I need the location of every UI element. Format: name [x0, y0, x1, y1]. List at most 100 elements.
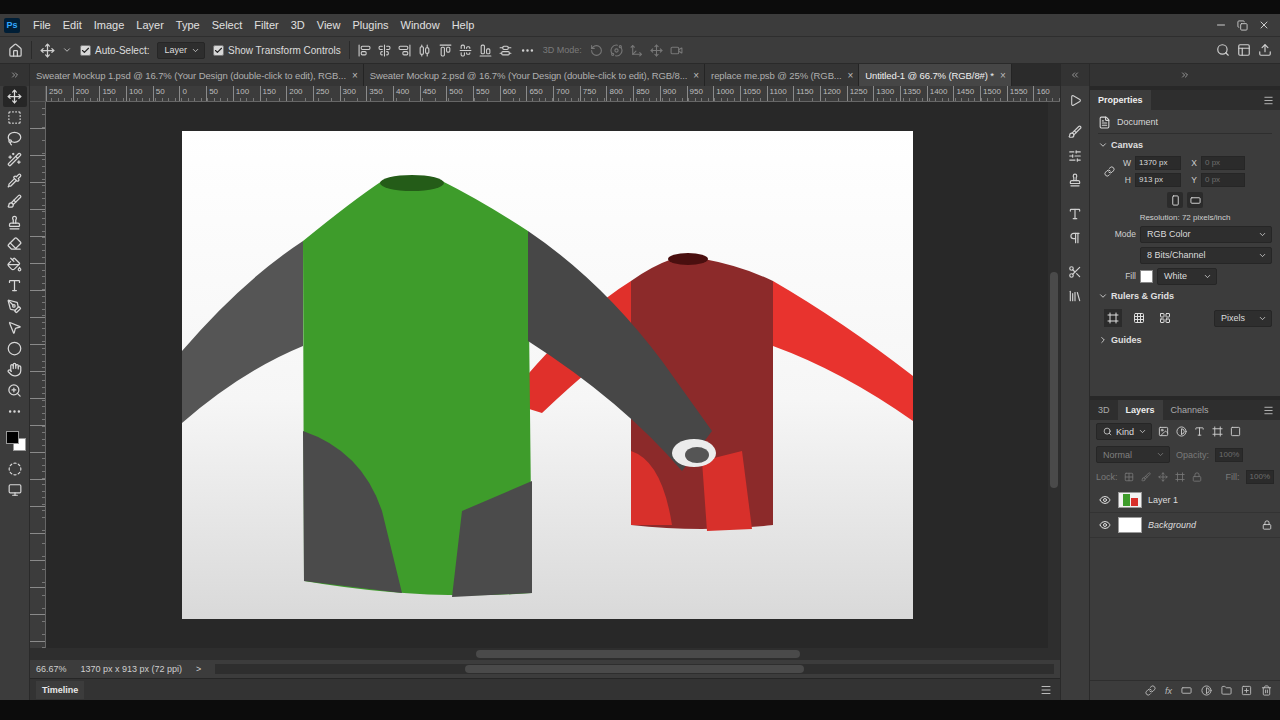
timeline-tab[interactable]: Timeline: [36, 681, 84, 699]
rulers-button[interactable]: [1104, 309, 1122, 327]
tool-button[interactable]: [3, 233, 27, 254]
tool-button[interactable]: [3, 149, 27, 170]
libraries-button[interactable]: [1063, 286, 1087, 306]
align-top-icon[interactable]: [439, 44, 452, 57]
menu-item[interactable]: Help: [447, 17, 480, 33]
more-icon[interactable]: [520, 43, 535, 58]
panels-collapse[interactable]: [1090, 64, 1280, 86]
tool-button[interactable]: [3, 86, 27, 107]
quick-mask-button[interactable]: [3, 458, 27, 479]
tool-button[interactable]: [3, 380, 27, 401]
tab-close[interactable]: ×: [693, 70, 699, 81]
portrait-button[interactable]: [1167, 192, 1183, 208]
close-icon[interactable]: [1258, 19, 1270, 31]
folder-icon[interactable]: [1221, 685, 1232, 696]
character-button[interactable]: [1063, 204, 1087, 224]
adjustments-button[interactable]: [1063, 146, 1087, 166]
distribute-vertical-icon[interactable]: [499, 44, 512, 57]
fill-select[interactable]: White: [1157, 268, 1217, 285]
units-select[interactable]: Pixels: [1214, 310, 1272, 327]
guides-button[interactable]: [1156, 309, 1174, 327]
menu-item[interactable]: Layer: [131, 17, 169, 33]
foreground-swatch[interactable]: [6, 431, 19, 444]
horizontal-ruler[interactable]: 2502001501005005010015020025030035040045…: [46, 86, 1060, 102]
tool-button[interactable]: [3, 191, 27, 212]
screen-mode-button[interactable]: [3, 479, 27, 500]
vertical-scrollbar[interactable]: [1048, 102, 1060, 648]
color-swatches[interactable]: [3, 428, 27, 454]
search-icon[interactable]: [1216, 43, 1230, 57]
checkbox[interactable]: [80, 45, 91, 56]
menu-item[interactable]: Image: [89, 17, 130, 33]
document-tab[interactable]: Sweater Mockup 2.psd @ 16.7% (Your Desig…: [364, 64, 705, 86]
canvas[interactable]: [182, 131, 913, 619]
layer-row[interactable]: Layer 1: [1090, 488, 1280, 513]
panel-tab[interactable]: Channels: [1163, 400, 1217, 420]
tool-button[interactable]: [3, 275, 27, 296]
actions-button[interactable]: [1063, 90, 1087, 110]
section-header[interactable]: Guides: [1098, 332, 1272, 348]
tab-close[interactable]: ×: [352, 70, 358, 81]
menu-item[interactable]: Plugins: [347, 17, 393, 33]
menu-item[interactable]: 3D: [286, 17, 310, 33]
tool-presets-button[interactable]: [1063, 262, 1087, 282]
tool-button[interactable]: [3, 128, 27, 149]
menu-item[interactable]: Window: [396, 17, 445, 33]
document-tab[interactable]: replace me.psb @ 25% (RGB...×: [705, 64, 859, 86]
auto-select-checkbox[interactable]: Auto-Select:: [80, 45, 149, 56]
scroll-thumb[interactable]: [465, 665, 804, 673]
clone-source-button[interactable]: [1063, 170, 1087, 190]
new-layer-icon[interactable]: [1241, 685, 1252, 696]
tab-close[interactable]: ×: [1000, 70, 1006, 81]
share-icon[interactable]: [1258, 43, 1272, 57]
width-field[interactable]: 1370 px: [1135, 156, 1181, 170]
tool-button[interactable]: [3, 338, 27, 359]
restore-icon[interactable]: [1237, 20, 1248, 31]
scroll-thumb[interactable]: [476, 650, 800, 658]
type-filter-icon[interactable]: [1194, 426, 1205, 437]
menu-item[interactable]: Select: [207, 17, 248, 33]
menu-item[interactable]: Type: [171, 17, 205, 33]
panel-tab[interactable]: 3D: [1090, 400, 1118, 420]
trash-icon[interactable]: [1261, 685, 1272, 696]
align-middle-icon[interactable]: [459, 44, 472, 57]
smart-filter-icon[interactable]: [1230, 426, 1241, 437]
scroll-thumb[interactable]: [1050, 272, 1058, 488]
tool-button[interactable]: [3, 170, 27, 191]
layer-row[interactable]: Background: [1090, 513, 1280, 538]
link-icon[interactable]: [1104, 166, 1115, 177]
adjustment-filter-icon[interactable]: [1176, 426, 1187, 437]
pixel-filter-icon[interactable]: [1158, 426, 1169, 437]
bits-select[interactable]: 8 Bits/Channel: [1140, 247, 1272, 264]
workspace-icon[interactable]: [1237, 43, 1251, 57]
grid-button[interactable]: [1130, 309, 1148, 327]
panel-collapse[interactable]: [1061, 64, 1089, 86]
align-left-icon[interactable]: [358, 44, 371, 57]
document-tab[interactable]: Sweater Mockup 1.psd @ 16.7% (Your Desig…: [30, 64, 364, 86]
menu-item[interactable]: Filter: [249, 17, 283, 33]
panel-menu[interactable]: [1263, 90, 1274, 110]
app-logo[interactable]: Ps: [4, 18, 20, 33]
ruler-corner[interactable]: [30, 86, 46, 102]
link-icon[interactable]: [1145, 685, 1156, 696]
panel-menu[interactable]: [1263, 400, 1274, 420]
tool-button[interactable]: [3, 401, 27, 422]
menu-item[interactable]: File: [28, 17, 56, 33]
status-scrollbar[interactable]: [215, 664, 1054, 674]
vertical-ruler[interactable]: [30, 102, 46, 648]
visibility-toggle[interactable]: [1098, 494, 1112, 506]
align-right-icon[interactable]: [398, 44, 411, 57]
layer-name[interactable]: Layer 1: [1148, 495, 1272, 505]
brush-settings-button[interactable]: [1063, 122, 1087, 142]
tool-button[interactable]: [3, 359, 27, 380]
status-arrow[interactable]: >: [196, 664, 201, 674]
shape-filter-icon[interactable]: [1212, 426, 1223, 437]
adjustment-icon[interactable]: [1201, 685, 1212, 696]
minimize-icon[interactable]: [1215, 19, 1227, 31]
toolbar-collapse[interactable]: [0, 64, 29, 86]
menu-item[interactable]: Edit: [58, 17, 87, 33]
section-header[interactable]: Canvas: [1098, 137, 1272, 153]
landscape-button[interactable]: [1187, 192, 1203, 208]
mask-icon[interactable]: [1181, 685, 1192, 696]
panel-menu-icon[interactable]: [1040, 684, 1052, 696]
